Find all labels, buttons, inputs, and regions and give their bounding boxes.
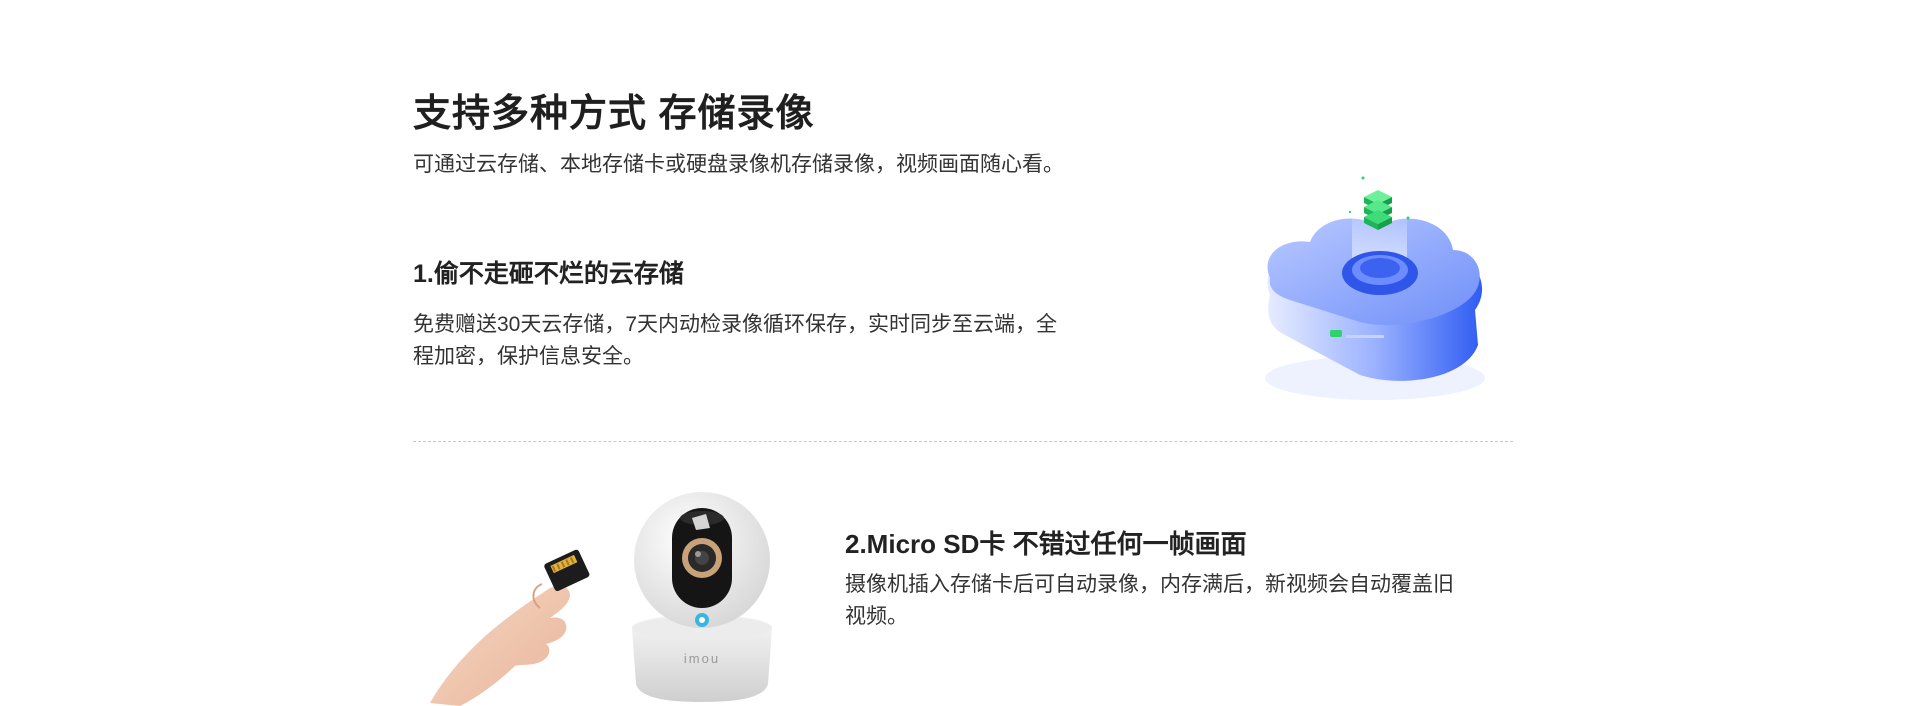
sd-card-heading: 2.Micro SD卡 不错过任何一帧画面	[845, 529, 1247, 559]
page-title: 支持多种方式 存储录像	[413, 93, 815, 135]
page-subtitle: 可通过云存储、本地存储卡或硬盘录像机存储录像，视频画面随心看。	[413, 153, 1064, 176]
camera-sd-card-illustration: imou	[430, 492, 772, 706]
camera-brand-logo: imou	[684, 651, 720, 666]
cloud-storage-description: 免费赠送30天云存储，7天内动检录像循环保存，实时同步至云端，全程加密，保护信息…	[413, 313, 1058, 368]
section-divider	[413, 441, 1513, 442]
storage-feature-section: 支持多种方式 存储录像 可通过云存储、本地存储卡或硬盘录像机存储录像，视频画面随…	[0, 0, 1920, 706]
sd-card-description: 摄像机插入存储卡后可自动录像，内存满后，新视频会自动覆盖旧视频。	[845, 573, 1454, 628]
cloud-storage-heading: 1.偷不走砸不烂的云存储	[413, 260, 684, 288]
cloud-storage-illustration	[1265, 176, 1485, 400]
